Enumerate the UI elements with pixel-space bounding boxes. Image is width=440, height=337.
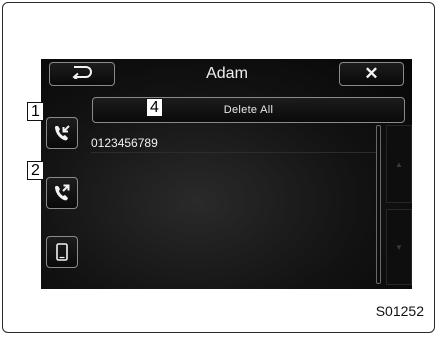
sidebar-item-phone-device[interactable] — [46, 236, 78, 268]
list-divider — [91, 152, 377, 153]
chevron-down-icon: ▼ — [395, 242, 403, 252]
scroll-down-button[interactable]: ▼ — [386, 209, 412, 285]
close-x-icon: ✕ — [364, 64, 379, 83]
outgoing-call-icon — [52, 183, 72, 203]
phone-device-icon — [53, 242, 71, 262]
chevron-up-icon: ▲ — [395, 159, 403, 169]
page-title: Adam — [206, 65, 248, 82]
return-arrow-icon — [71, 65, 93, 84]
delete-all-button[interactable]: Delete All — [92, 97, 405, 123]
scrollbar[interactable] — [376, 125, 381, 284]
sidebar-item-incoming-calls[interactable] — [46, 117, 78, 149]
figure-code: S01252 — [375, 303, 424, 319]
sidebar-item-outgoing-calls[interactable] — [46, 177, 78, 209]
callout-2: 2 — [27, 161, 44, 180]
close-button[interactable]: ✕ — [339, 62, 404, 86]
list-item-phone-number[interactable]: 0123456789 — [91, 134, 371, 152]
callout-4: 4 — [146, 98, 163, 117]
scroll-up-button[interactable]: ▲ — [386, 125, 412, 203]
incoming-call-icon — [52, 123, 72, 143]
back-button[interactable] — [49, 62, 115, 86]
callout-1: 1 — [27, 102, 44, 121]
phone-call-history-screen: Adam ✕ Delete All 0123456789 ▲ ▼ — [41, 59, 412, 289]
